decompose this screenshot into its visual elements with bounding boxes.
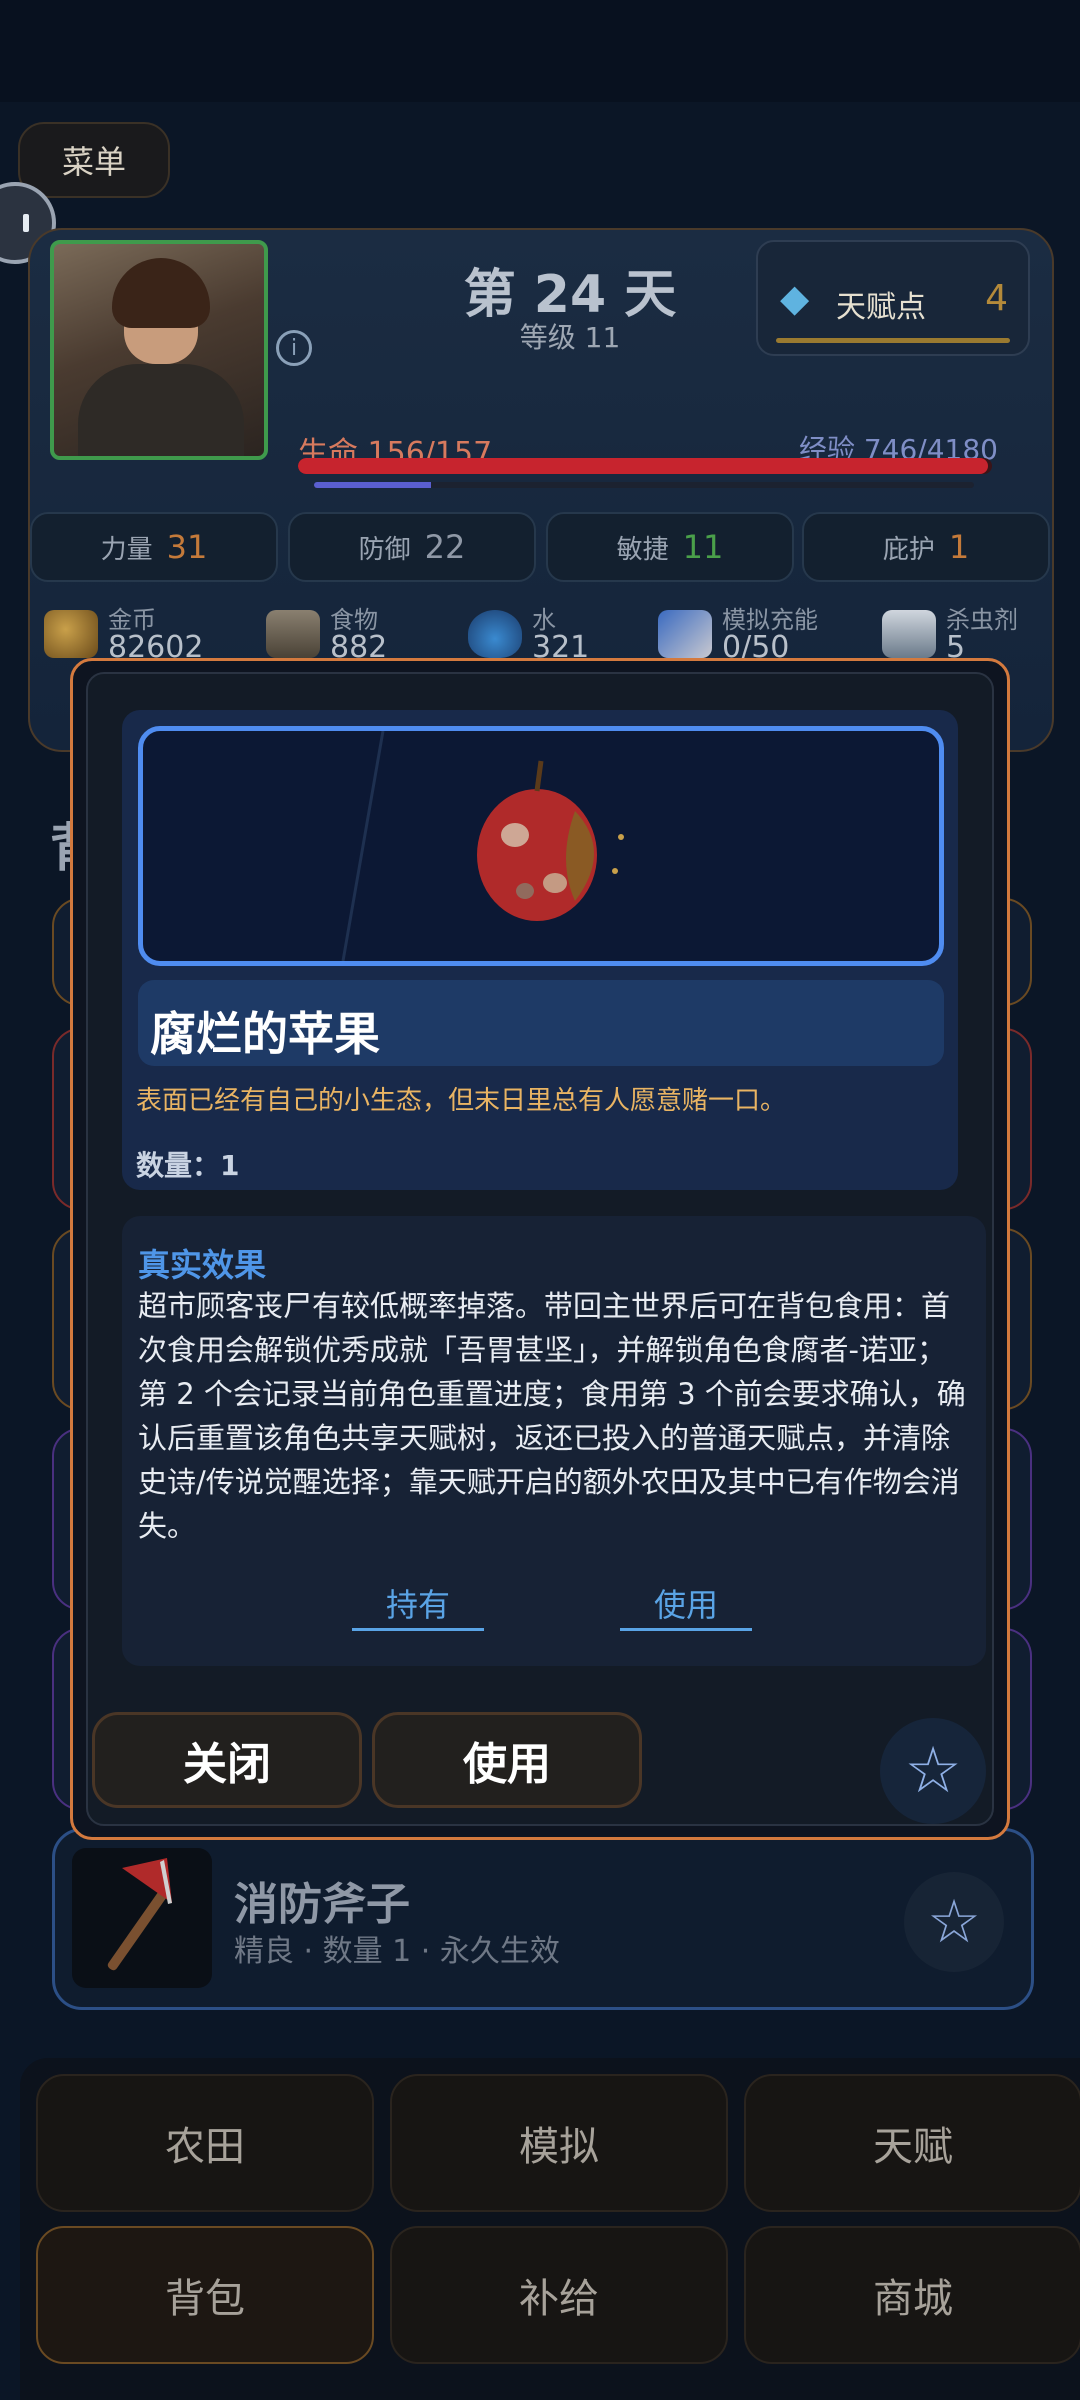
use-button[interactable]: 使用 <box>372 1712 642 1808</box>
rotten-apple-icon <box>341 730 624 962</box>
info-icon[interactable]: i <box>276 330 312 366</box>
spray-icon <box>882 610 936 658</box>
stat-strength: 力量 31 <box>30 512 278 582</box>
item-description: 表面已经有自己的小生态，但末日里总有人愿意赌一口。 <box>136 1086 787 1116</box>
stat-shelter: 庇护 1 <box>802 512 1050 582</box>
axe-item-name: 消防斧子 <box>234 1879 410 1930</box>
hp-bar <box>298 458 992 474</box>
star-icon[interactable]: ☆ <box>904 1872 1004 1972</box>
axe-icon <box>72 1848 212 1988</box>
resource-water: 水 321 <box>468 600 618 665</box>
stat-value: 1 <box>948 528 970 566</box>
stat-value: 31 <box>166 528 208 566</box>
axe-item-meta: 精良 · 数量 1 · 永久生效 <box>234 1934 560 1969</box>
top-status-band <box>0 0 1080 102</box>
coins-icon <box>44 610 98 658</box>
item-quantity: 数量：1 <box>136 1149 240 1182</box>
battery-icon <box>658 610 712 658</box>
stat-name: 庇护 <box>882 534 935 565</box>
favorite-star-icon[interactable]: ☆ <box>880 1718 986 1824</box>
level-label: 等级 11 <box>519 321 621 354</box>
item-name: 腐烂的苹果 <box>150 1007 380 1061</box>
stat-name: 敏捷 <box>616 534 669 565</box>
nav-talent-button[interactable]: 天赋 <box>744 2074 1080 2212</box>
close-button[interactable]: 关闭 <box>92 1712 362 1808</box>
use-link[interactable]: 使用 <box>620 1580 753 1631</box>
stat-value: 22 <box>424 528 466 566</box>
pause-icon <box>22 214 29 232</box>
hold-link[interactable]: 持有 <box>352 1580 485 1631</box>
xp-bar <box>314 482 974 488</box>
stat-agility: 敏捷 11 <box>546 512 794 582</box>
resource-sim-charge: 模拟充能 0/50 <box>658 600 858 665</box>
diamond-icon: ◆ <box>780 276 810 320</box>
hp-bar-fill <box>298 458 988 474</box>
talent-underline <box>776 338 1010 343</box>
food-icon <box>266 610 320 658</box>
xp-bar-fill <box>314 482 432 488</box>
avatar[interactable] <box>50 240 268 460</box>
item-image-frame <box>138 726 944 966</box>
stat-defense: 防御 22 <box>288 512 536 582</box>
nav-simulate-button[interactable]: 模拟 <box>390 2074 728 2212</box>
talent-points: 4 <box>985 278 1008 319</box>
talent-points-box[interactable]: ◆ 天赋点 4 <box>756 240 1030 356</box>
menu-button[interactable]: 菜单 <box>18 122 170 198</box>
resource-pesticide: 杀虫剂 5 <box>882 600 1072 665</box>
effect-text: 超市顾客丧尸有较低概率掉落。带回主世界后可在背包食用：首次食用会解锁优秀成就「吾… <box>138 1289 966 1543</box>
nav-shop-button[interactable]: 商城 <box>744 2226 1080 2364</box>
nav-backpack-button[interactable]: 背包 <box>36 2226 374 2364</box>
stat-value: 11 <box>682 528 724 566</box>
nav-supply-button[interactable]: 补给 <box>390 2226 728 2364</box>
water-icon <box>468 610 522 658</box>
resource-food: 食物 882 <box>266 600 436 665</box>
resource-gold: 金币 82602 <box>44 600 234 665</box>
stat-name: 力量 <box>100 534 153 565</box>
stat-name: 防御 <box>358 534 411 565</box>
nav-farm-button[interactable]: 农田 <box>36 2074 374 2212</box>
effect-title: 真实效果 <box>138 1246 267 1284</box>
talent-label: 天赋点 <box>836 290 926 325</box>
